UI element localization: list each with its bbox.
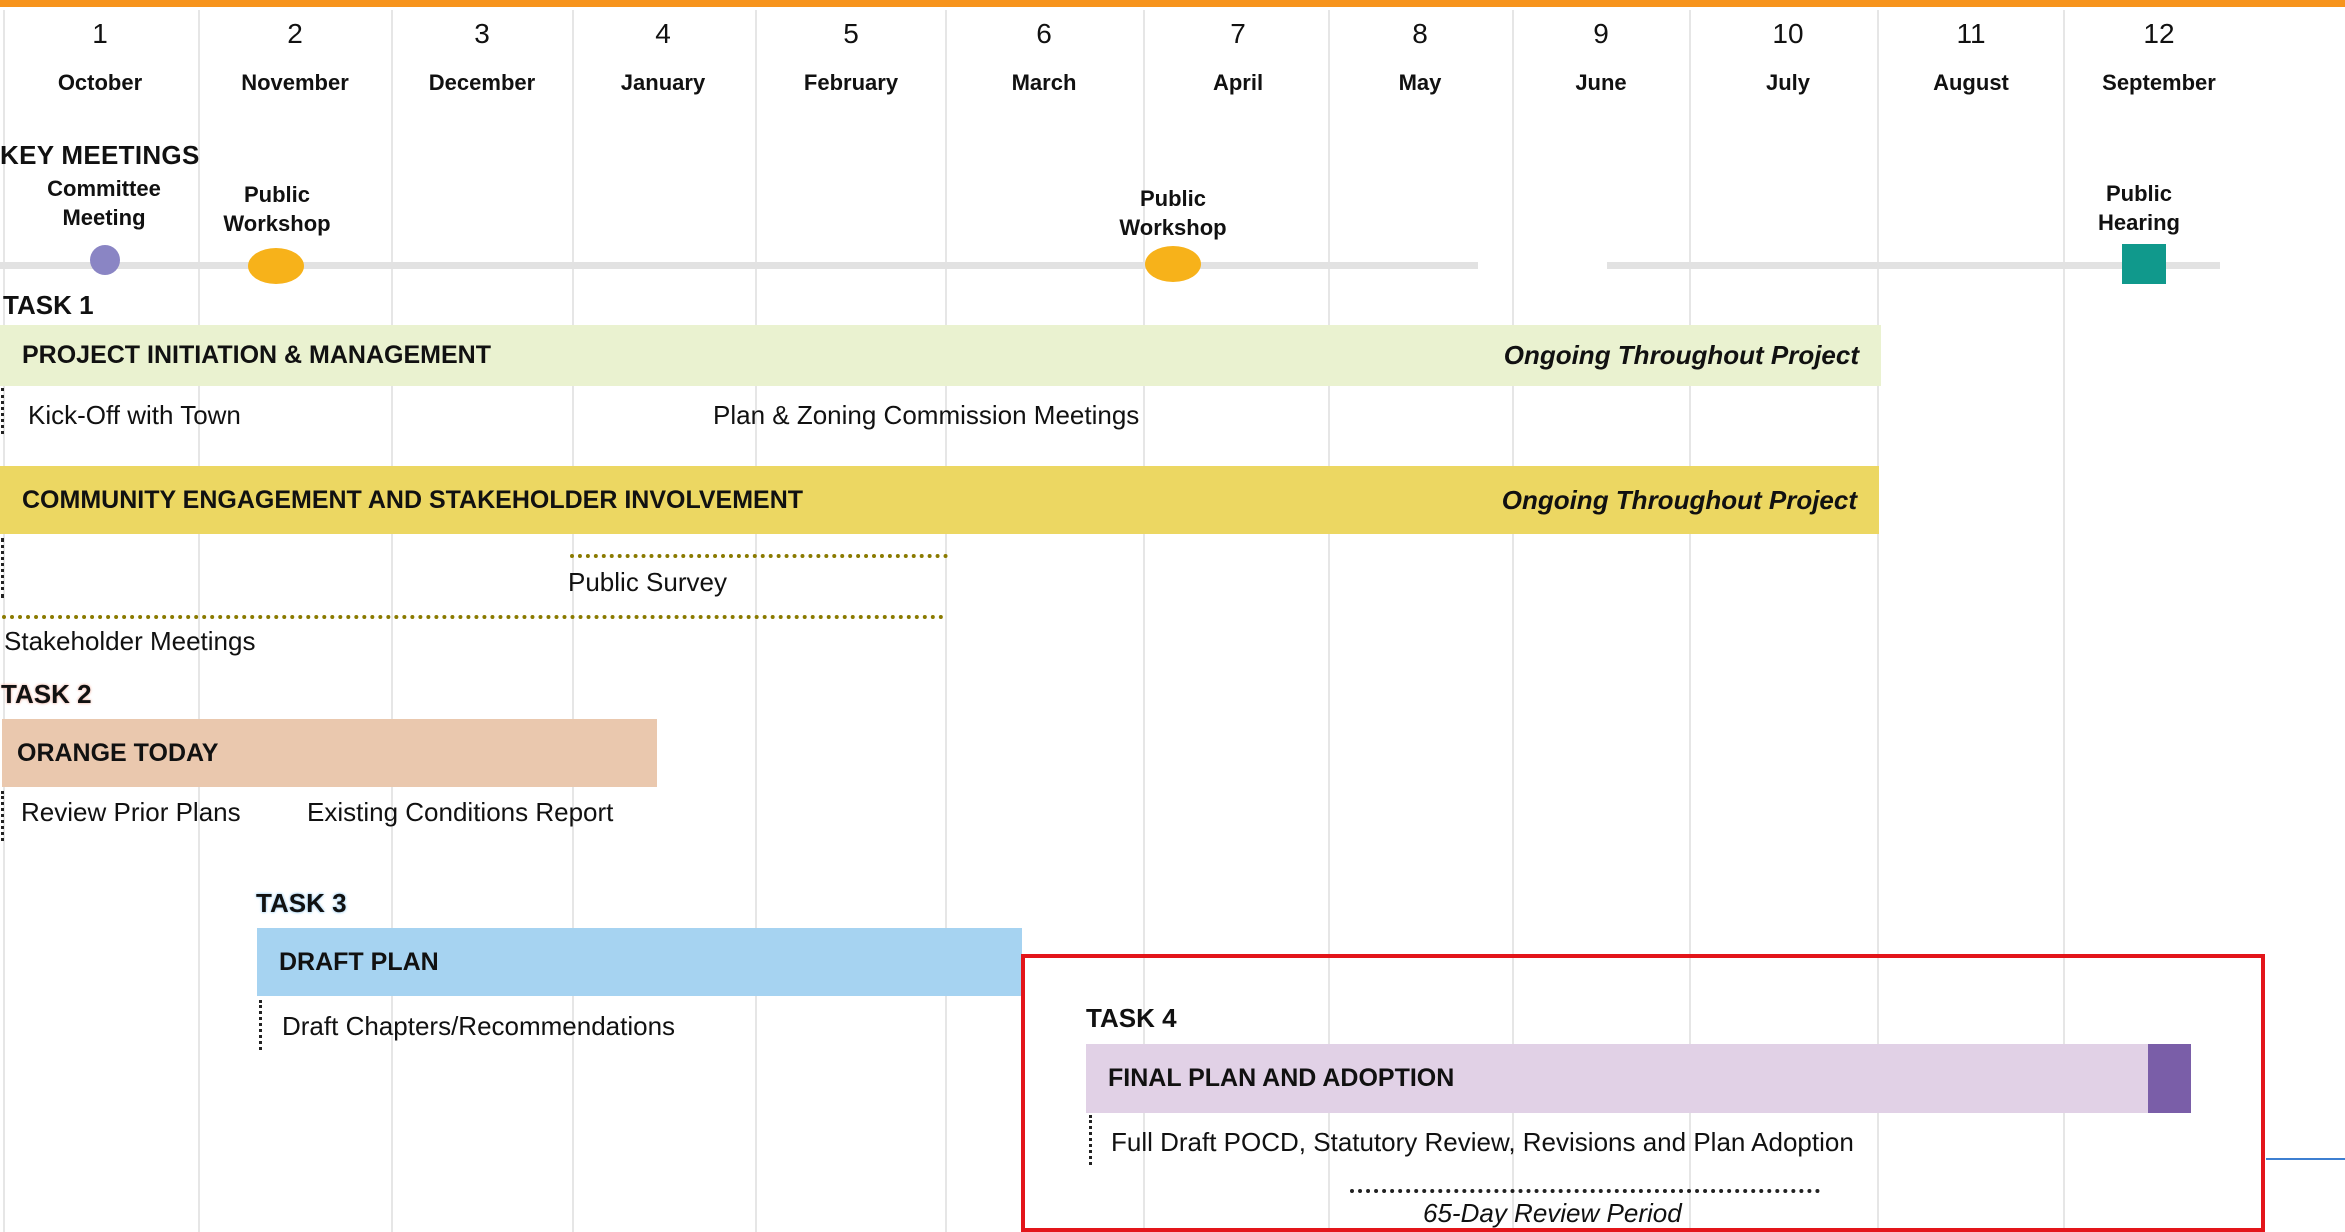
- committee-meeting-marker: [90, 245, 120, 275]
- month-name: February: [803, 70, 899, 95]
- dotted-marker: [1089, 1115, 1092, 1165]
- engagement-bar: COMMUNITY ENGAGEMENT AND STAKEHOLDER INV…: [0, 466, 1879, 534]
- review-period-span: [1350, 1189, 1820, 1193]
- meeting-label-workshop-2: Public Workshop: [1088, 184, 1258, 242]
- month-name: July: [1765, 70, 1811, 95]
- dotted-marker: [259, 1000, 262, 1050]
- dotted-marker: [1, 388, 4, 434]
- month-number: 11: [1956, 18, 1986, 49]
- stakeholder-meetings-span: [2, 615, 944, 619]
- meeting-label-workshop-1: Public Workshop: [192, 180, 362, 238]
- public-workshop-marker: [248, 248, 304, 284]
- task2-bar-label: ORANGE TODAY: [17, 738, 219, 767]
- public-survey-label: Public Survey: [568, 567, 727, 597]
- task2-header: TASK 2: [1, 679, 92, 709]
- month-name: October: [57, 70, 143, 95]
- task1-bar-note: Ongoing Throughout Project: [1503, 340, 1859, 370]
- task4-bar: FINAL PLAN AND ADOPTION: [1086, 1044, 2150, 1113]
- meeting-label-line2: Hearing: [2098, 210, 2180, 235]
- month-number: 7: [1230, 18, 1246, 49]
- review-prior-plans-label: Review Prior Plans: [21, 797, 241, 827]
- meetings-timeline-line: [0, 262, 1478, 269]
- meeting-label-line1: Committee: [47, 176, 161, 201]
- existing-conditions-label: Existing Conditions Report: [307, 797, 614, 827]
- engagement-bar-label: COMMUNITY ENGAGEMENT AND STAKEHOLDER INV…: [22, 485, 804, 514]
- kickoff-label: Kick-Off with Town: [28, 400, 241, 430]
- task4-header: TASK 4: [1086, 1003, 1177, 1033]
- dotted-marker: [1, 538, 4, 598]
- task1-bar-label: PROJECT INITIATION & MANAGEMENT: [22, 341, 491, 369]
- meeting-label-line1: Public: [1139, 186, 1206, 211]
- month-name: November: [241, 70, 349, 95]
- month-number: 1: [92, 18, 108, 49]
- month-gridline: [3, 10, 5, 1232]
- month-number: 10: [1772, 18, 1804, 49]
- month-number: 9: [1593, 18, 1609, 49]
- month-number: 4: [655, 18, 671, 49]
- stakeholder-meetings-label: Stakeholder Meetings: [4, 626, 256, 656]
- month-number: 5: [843, 18, 859, 49]
- month-name: June: [1575, 70, 1627, 95]
- meeting-label-line1: Public: [2105, 181, 2172, 206]
- public-hearing-marker: [2122, 244, 2166, 284]
- task4-bar-label: FINAL PLAN AND ADOPTION: [1108, 1064, 1455, 1092]
- month-name: December: [428, 70, 536, 95]
- month-name: March: [1011, 70, 1077, 95]
- month-number: 6: [1036, 18, 1052, 49]
- task4-adoption-end-block: [2148, 1044, 2191, 1113]
- task3-bar: DRAFT PLAN: [257, 928, 1022, 996]
- month-number: 2: [287, 18, 303, 49]
- month-name: May: [1398, 70, 1442, 95]
- dotted-marker: [1, 791, 4, 841]
- full-draft-label: Full Draft POCD, Statutory Review, Revis…: [1111, 1127, 1854, 1157]
- month-number: 3: [474, 18, 490, 49]
- month-name: January: [620, 70, 706, 95]
- public-workshop-marker: [1145, 246, 1201, 282]
- meeting-label-line2: Workshop: [223, 211, 331, 236]
- month-gridline: [572, 10, 574, 1232]
- task3-header: TASK 3: [256, 888, 347, 918]
- meeting-label-hearing: Public Hearing: [2054, 179, 2224, 237]
- task3-bar-label: DRAFT PLAN: [279, 947, 439, 976]
- task2-bar: ORANGE TODAY: [2, 719, 657, 787]
- meeting-label-committee: Committee Meeting: [19, 174, 189, 232]
- month-number: 12: [2143, 18, 2175, 49]
- public-survey-span: [570, 554, 948, 558]
- engagement-bar-note: Ongoing Throughout Project: [1501, 484, 1857, 515]
- month-name: September: [2102, 70, 2216, 95]
- month-name: August: [1933, 70, 2009, 95]
- task1-bar: PROJECT INITIATION & MANAGEMENT Ongoing …: [0, 325, 1881, 386]
- month-number: 8: [1412, 18, 1428, 49]
- task1-header: TASK 1: [3, 290, 94, 320]
- month-gridline: [755, 10, 757, 1232]
- meeting-label-line1: Public: [243, 182, 310, 207]
- connector-line: [2266, 1158, 2345, 1160]
- key-meetings-title: KEY MEETINGS: [0, 140, 200, 170]
- month-name: April: [1212, 70, 1264, 95]
- meeting-label-line2: Workshop: [1119, 215, 1227, 240]
- month-gridline: [391, 10, 393, 1232]
- meeting-label-line2: Meeting: [62, 205, 146, 230]
- month-gridline: [945, 10, 947, 1232]
- commission-meetings-label: Plan & Zoning Commission Meetings: [713, 400, 1140, 430]
- review-period-label: 65-Day Review Period: [1423, 1198, 1682, 1228]
- draft-chapters-label: Draft Chapters/Recommendations: [282, 1011, 676, 1041]
